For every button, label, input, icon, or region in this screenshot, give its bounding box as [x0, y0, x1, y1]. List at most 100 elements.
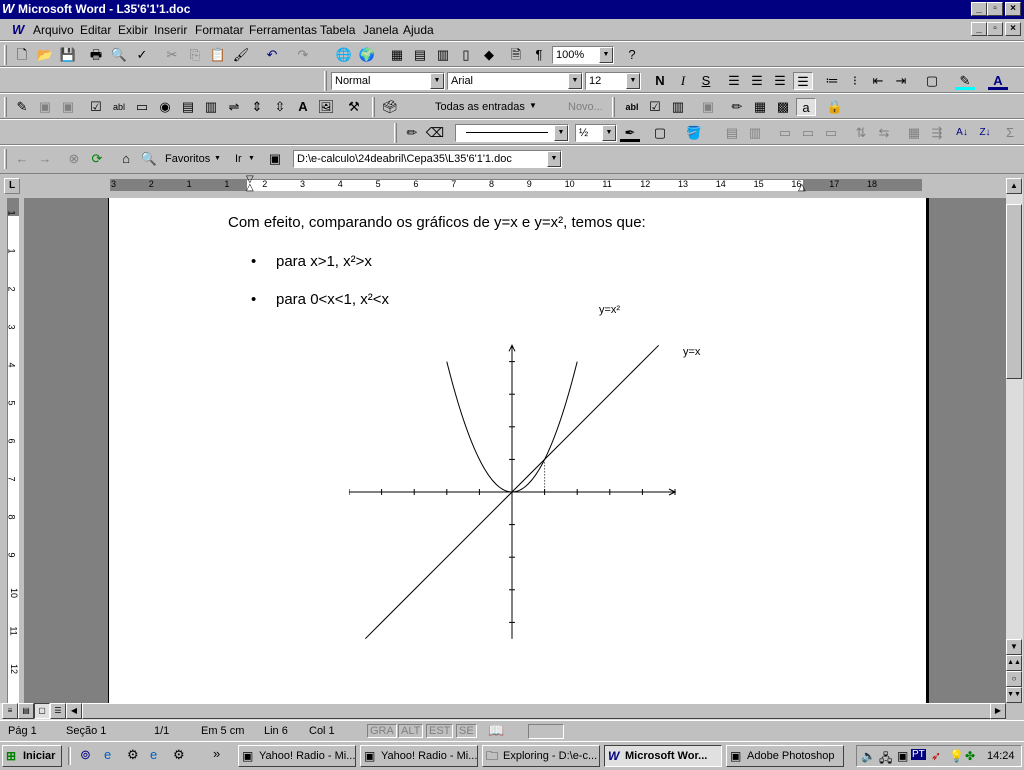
- eraser-icon[interactable]: ⌫: [425, 124, 445, 142]
- scroll-icon[interactable]: ⇕: [247, 98, 267, 116]
- tables-borders-icon[interactable]: ▦: [387, 46, 407, 64]
- field-options-icon[interactable]: ▣: [698, 98, 718, 116]
- ie-icon[interactable]: e: [104, 747, 111, 762]
- pencil-icon[interactable]: ✏: [402, 124, 422, 142]
- language-indicator[interactable]: PT: [911, 749, 926, 760]
- text-direction-icon[interactable]: ⇶: [927, 124, 947, 142]
- doc-restore-button[interactable]: ▫: [987, 22, 1003, 36]
- select-browse-object-button[interactable]: ○: [1006, 671, 1022, 687]
- minimize-button[interactable]: _: [971, 2, 987, 16]
- launcher-icon[interactable]: ⚙: [173, 747, 185, 763]
- redo-icon[interactable]: ↷: [293, 46, 313, 64]
- drawing-icon[interactable]: ◆: [479, 46, 499, 64]
- toolbar-grip[interactable]: [372, 97, 375, 117]
- checkbox-icon[interactable]: ☑: [86, 98, 106, 116]
- address-combo[interactable]: D:\e-calculo\24deabril\Cepa35\L35'6'1'1.…: [293, 150, 562, 168]
- menu-formatar[interactable]: Formatar: [195, 23, 244, 37]
- left-indent-marker[interactable]: △: [246, 183, 254, 193]
- document-icon[interactable]: W: [12, 22, 24, 37]
- task-microsoft-word[interactable]: W Microsoft Wor...: [604, 745, 722, 767]
- dropdown-form-icon[interactable]: ▥: [668, 98, 688, 116]
- font-color-icon[interactable]: A: [988, 72, 1008, 90]
- previous-page-button[interactable]: ▲▲: [1006, 655, 1022, 671]
- form-icon[interactable]: ✎: [12, 98, 32, 116]
- protect-form-icon[interactable]: 🔒: [825, 98, 845, 116]
- align-center-icon[interactable]: ☰: [747, 72, 767, 90]
- autosum-icon[interactable]: Σ: [1000, 124, 1020, 142]
- chevron-down-icon[interactable]: ▼: [626, 73, 640, 89]
- design-mode-icon[interactable]: 🗳: [380, 98, 400, 116]
- justify-icon[interactable]: ☰: [793, 72, 813, 90]
- copy-icon[interactable]: ⎘: [185, 46, 205, 64]
- print-icon[interactable]: 🖶: [86, 46, 106, 64]
- menu-editar[interactable]: Editar: [80, 23, 111, 37]
- sort-ascending-icon[interactable]: A↓: [952, 124, 972, 142]
- dropdown-field-icon[interactable]: ▥: [201, 98, 221, 116]
- volume-icon[interactable]: 🔈: [861, 749, 876, 763]
- columns-icon[interactable]: ▯: [456, 46, 476, 64]
- channels-icon[interactable]: ⚙: [127, 747, 139, 763]
- toolbar-grip[interactable]: [612, 97, 615, 117]
- toolbar-grip[interactable]: [324, 71, 327, 91]
- cut-icon[interactable]: ✂: [162, 46, 182, 64]
- radio-icon[interactable]: ◉: [155, 98, 175, 116]
- toolbar-grip[interactable]: [4, 45, 7, 65]
- stop-icon[interactable]: ⊗: [64, 150, 84, 168]
- image-icon[interactable]: 🖼: [316, 98, 336, 116]
- start-button[interactable]: ⊞ Iniciar: [2, 745, 62, 767]
- menu-arquivo[interactable]: Arquivo: [33, 23, 74, 37]
- spelling-icon[interactable]: ✓: [132, 46, 152, 64]
- online-layout-button[interactable]: ▤: [18, 703, 34, 719]
- checkbox-field-icon[interactable]: ☑: [645, 98, 665, 116]
- sort-descending-icon[interactable]: Z↓: [975, 124, 995, 142]
- back-icon[interactable]: ←: [12, 150, 32, 168]
- bold-icon[interactable]: N: [650, 72, 670, 90]
- status-mode-ext[interactable]: EST: [426, 724, 454, 738]
- decrease-indent-icon[interactable]: ⇤: [868, 72, 888, 90]
- field-shading-icon[interactable]: a: [796, 98, 816, 116]
- go-menu[interactable]: Ir: [235, 153, 242, 165]
- tray-app-icon[interactable]: ▣: [897, 749, 908, 763]
- normal-view-button[interactable]: ≡: [2, 703, 18, 719]
- align-left-icon[interactable]: ☰: [724, 72, 744, 90]
- insert-table2-icon[interactable]: ▦: [750, 98, 770, 116]
- toolbar-grip[interactable]: [4, 97, 7, 117]
- spelling-status-icon[interactable]: 📖: [488, 723, 504, 739]
- chevron-down-icon[interactable]: ▼: [248, 155, 255, 162]
- insert-frame-icon[interactable]: ▩: [773, 98, 793, 116]
- open-icon[interactable]: 📂: [35, 46, 55, 64]
- horizontal-scroll-thumb[interactable]: [82, 703, 992, 719]
- scroll-right-button[interactable]: ▶: [990, 703, 1006, 719]
- tray-bulb-icon[interactable]: 💡: [949, 749, 964, 763]
- numbering-icon[interactable]: ≔: [822, 72, 842, 90]
- close-button[interactable]: ×: [1005, 2, 1021, 16]
- doc-minimize-button[interactable]: _: [971, 22, 987, 36]
- horizontal-scrollbar[interactable]: ≡ ▤ ▢ ☰ ◀ ▶: [0, 703, 1006, 720]
- chevron-down-icon[interactable]: ▼: [602, 125, 616, 141]
- show-hide-icon[interactable]: ¶: [529, 46, 549, 64]
- outside-border-icon[interactable]: ▢: [650, 124, 670, 142]
- menu-inserir[interactable]: Inserir: [154, 23, 187, 37]
- underline-icon[interactable]: S: [696, 72, 716, 90]
- task-exploring[interactable]: 🗀 Exploring - D:\e-c...: [482, 745, 600, 767]
- task-yahoo-radio-1[interactable]: ▣ Yahoo! Radio - Mi...: [238, 745, 356, 767]
- align-bottom-icon[interactable]: ▭: [821, 124, 841, 142]
- shading-icon[interactable]: 🪣: [684, 124, 704, 142]
- spin-icon[interactable]: ⇳: [270, 98, 290, 116]
- status-mode-rec[interactable]: GRA: [367, 724, 397, 738]
- doc-close-button[interactable]: ×: [1005, 22, 1021, 36]
- line-style-combo[interactable]: ▼: [455, 124, 569, 142]
- chevron-down-icon[interactable]: ▼: [529, 101, 537, 110]
- ie2-icon[interactable]: e: [150, 747, 157, 762]
- format-painter-icon[interactable]: 🖌: [231, 46, 251, 64]
- tray-clover-icon[interactable]: ✤: [965, 749, 975, 763]
- align-top-icon[interactable]: ▭: [775, 124, 795, 142]
- increase-indent-icon[interactable]: ⇥: [891, 72, 911, 90]
- show-only-web-toolbar-icon[interactable]: ▣: [265, 150, 285, 168]
- help-icon[interactable]: ?: [622, 46, 642, 64]
- scroll-left-button[interactable]: ◀: [66, 703, 82, 719]
- search-web-icon[interactable]: 🔍: [139, 150, 159, 168]
- save-icon[interactable]: 💾: [58, 46, 78, 64]
- tools-icon[interactable]: ⚒: [344, 98, 364, 116]
- chevron-down-icon[interactable]: ▼: [547, 151, 561, 167]
